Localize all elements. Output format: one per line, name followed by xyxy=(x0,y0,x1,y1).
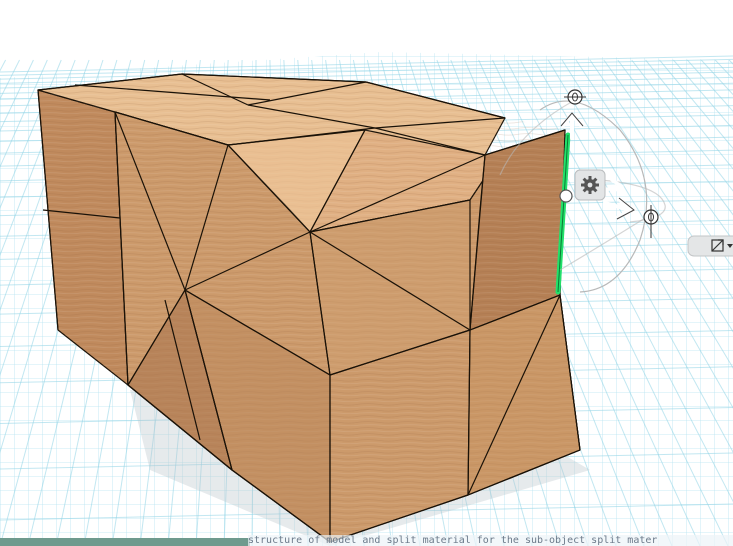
pivot-handle[interactable] xyxy=(559,189,573,203)
scene-canvas[interactable] xyxy=(0,0,733,546)
status-caption: structure of model and split material fo… xyxy=(248,535,733,546)
3d-viewport[interactable]: structure of model and split material fo… xyxy=(0,0,733,546)
bottom-strip xyxy=(0,538,250,546)
gear-icon xyxy=(581,176,599,194)
gizmo-settings-button[interactable] xyxy=(574,169,606,201)
side-tool-widget[interactable] xyxy=(687,235,733,257)
